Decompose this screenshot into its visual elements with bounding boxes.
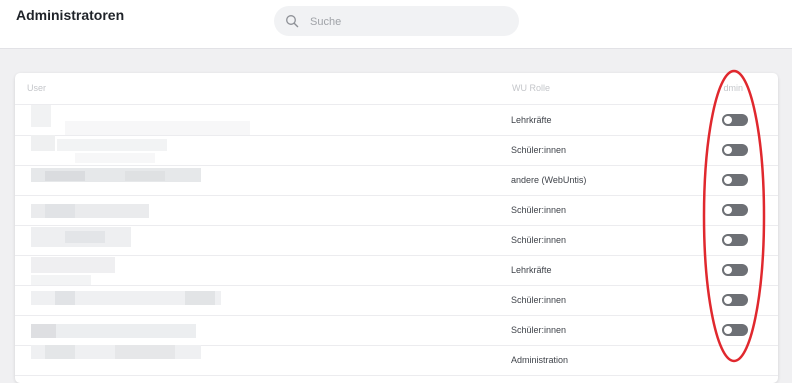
user-name-redacted: [25, 315, 250, 345]
admin-toggle[interactable]: [722, 114, 748, 126]
toggle-knob: [724, 116, 732, 124]
table-row: Schüler:innen: [15, 315, 778, 346]
role-label: Schüler:innen: [511, 235, 567, 245]
role-label: Lehrkräfte: [511, 265, 552, 275]
role-label: andere (WebUntis): [511, 175, 587, 185]
table-row: Schüler:innen: [15, 135, 778, 166]
redaction-block: [185, 291, 215, 305]
redaction-block: [55, 291, 75, 305]
redaction-block: [65, 231, 105, 243]
toggle-knob: [724, 326, 732, 334]
user-name-redacted: [25, 255, 250, 285]
column-header-admin: dmin: [723, 83, 743, 93]
toggle-knob: [724, 176, 732, 184]
admin-toggle[interactable]: [722, 294, 748, 306]
redaction-block: [45, 171, 85, 181]
toggle-knob: [724, 146, 732, 154]
redaction-block: [125, 171, 165, 181]
redaction-block: [45, 345, 75, 359]
user-name-redacted: [25, 165, 250, 195]
redaction-block: [65, 121, 250, 135]
user-name-redacted: [25, 195, 250, 225]
search-input[interactable]: [308, 6, 512, 38]
top-bar: Administratoren: [0, 0, 792, 49]
page-title: Administratoren: [16, 7, 125, 23]
admin-toggle[interactable]: [722, 204, 748, 216]
redaction-block: [31, 257, 115, 273]
admin-toggle[interactable]: [722, 234, 748, 246]
admin-toggle[interactable]: [722, 174, 748, 186]
admin-toggle[interactable]: [722, 324, 748, 336]
role-label: Schüler:innen: [511, 325, 567, 335]
column-header-user: User: [27, 83, 47, 93]
table-row: Schüler:innen: [15, 195, 778, 226]
redaction-block: [57, 139, 167, 151]
table-row: Lehrkräfte: [15, 105, 778, 136]
table-row: Schüler:innen: [15, 285, 778, 316]
table-row: Lehrkräfte: [15, 255, 778, 286]
toggle-knob: [724, 206, 732, 214]
user-name-redacted: [25, 225, 250, 255]
redaction-block: [31, 275, 91, 285]
user-name-redacted: [25, 105, 250, 135]
table-row: Schüler:innen: [15, 225, 778, 256]
table-row: Administration: [15, 345, 778, 376]
table-row: andere (WebUntis): [15, 165, 778, 196]
user-name-redacted: [25, 345, 250, 375]
redaction-block: [75, 153, 155, 163]
redaction-block: [31, 105, 51, 127]
redaction-block: [31, 135, 55, 151]
role-label: Lehrkräfte: [511, 115, 552, 125]
table-header: User WU Rolle dmin: [15, 73, 778, 105]
toggle-knob: [724, 236, 732, 244]
admin-table-card: User WU Rolle dmin Lehrkräfte Schüler:inn…: [15, 73, 778, 383]
search-icon: [286, 15, 299, 28]
admin-toggle[interactable]: [722, 264, 748, 276]
column-header-role: WU Rolle: [512, 83, 551, 93]
admin-toggle[interactable]: [722, 144, 748, 156]
role-label: Schüler:innen: [511, 295, 567, 305]
user-name-redacted: [25, 135, 250, 165]
redaction-block: [45, 204, 75, 218]
search-box[interactable]: [274, 6, 519, 38]
role-label: Schüler:innen: [511, 205, 567, 215]
role-label: Schüler:innen: [511, 145, 567, 155]
toggle-knob: [724, 266, 732, 274]
redaction-block: [31, 324, 56, 338]
user-name-redacted: [25, 285, 250, 315]
role-label: Administration: [511, 355, 569, 365]
toggle-knob: [724, 296, 732, 304]
redaction-block: [115, 345, 175, 359]
